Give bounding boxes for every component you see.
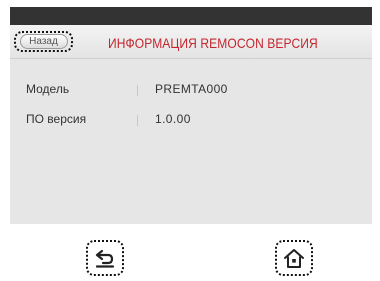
model-value: PREMTA000 [155,82,228,96]
back-button-label: Назад [19,34,68,49]
row-divider [137,115,138,126]
return-button[interactable] [86,240,124,276]
home-icon [283,248,305,269]
version-value: 1.0.00 [155,112,191,126]
home-button[interactable] [275,240,313,276]
info-panel: Модель PREMTA000 ПО версия 1.0.00 [10,59,372,224]
page-title: ИНФОРМАЦИЯ REMOCON ВЕРСИЯ [108,35,318,51]
info-row-model: Модель PREMTA000 [10,82,372,102]
status-bar [10,7,372,25]
header-bar: Назад ИНФОРМАЦИЯ REMOCON ВЕРСИЯ [10,25,372,59]
model-label: Модель [26,82,70,96]
back-button[interactable]: Назад [14,31,73,52]
return-arrow-icon [94,248,116,268]
version-label: ПО версия [26,112,87,126]
info-row-version: ПО версия 1.0.00 [10,112,372,132]
row-divider [137,85,138,96]
